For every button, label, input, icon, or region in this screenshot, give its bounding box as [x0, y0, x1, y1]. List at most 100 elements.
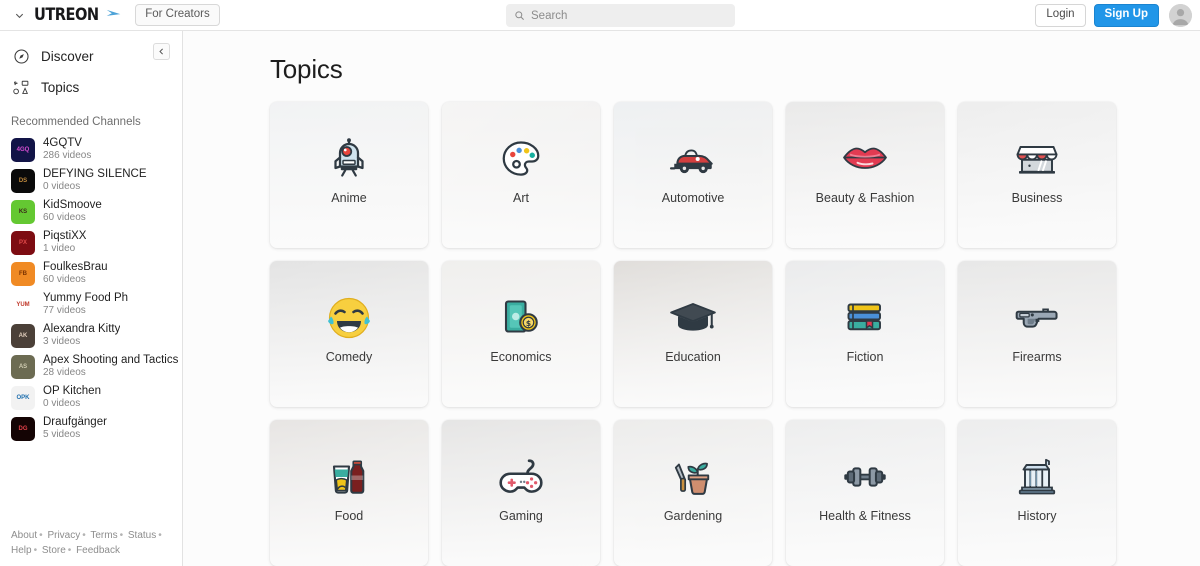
topic-card[interactable]: Gaming — [442, 420, 600, 566]
login-button[interactable]: Login — [1035, 4, 1086, 27]
sidebar-item-label: Topics — [41, 80, 80, 95]
channel-name: Alexandra Kitty — [43, 323, 121, 335]
topic-card-label: Economics — [490, 350, 552, 364]
channel-list-item[interactable]: KS KidSmoove 60 videos — [0, 196, 182, 227]
channel-avatar: KS — [11, 199, 35, 224]
footer-link-terms[interactable]: Terms — [90, 530, 117, 541]
footer-separator: • — [67, 545, 72, 556]
channel-name: DEFYING SILENCE — [43, 168, 147, 180]
channel-video-count: 0 videos — [43, 398, 81, 409]
channel-video-count: 286 videos — [43, 150, 92, 161]
topic-card[interactable]: Health & Fitness — [786, 420, 944, 566]
channel-avatar: FB — [11, 261, 35, 286]
topic-card-label: Fiction — [846, 350, 884, 364]
topic-card[interactable]: $ Economics — [442, 261, 600, 407]
topic-card[interactable]: Fiction — [786, 261, 944, 407]
topic-card-label: Anime — [331, 191, 367, 205]
channel-avatar: YUM — [11, 292, 35, 317]
channel-video-count: 3 videos — [43, 336, 81, 347]
topics-grid: Anime Art Automotive Beauty & Fashion Busine… — [270, 102, 1120, 566]
topic-card[interactable]: Art — [442, 102, 600, 248]
channel-list-item[interactable]: 4GQ 4GQTV 286 videos — [0, 134, 182, 165]
compass-icon — [13, 48, 35, 65]
classical-building-icon — [1010, 450, 1064, 504]
footer-separator: • — [158, 530, 162, 541]
footer-links-row-1: About • Privacy • Terms • Status • — [11, 528, 176, 543]
channel-list-item[interactable]: YUM Yummy Food Ph 77 videos — [0, 289, 182, 320]
channel-list-item[interactable]: FB FoulkesBrau 60 videos — [0, 258, 182, 289]
channel-avatar: OPK — [11, 385, 35, 410]
footer-links-row-2: Help • Store • Feedback — [11, 543, 176, 558]
topic-card[interactable]: Business — [958, 102, 1116, 248]
channel-video-count: 1 video — [43, 243, 76, 254]
chevron-down-icon[interactable] — [6, 10, 32, 21]
topic-card[interactable]: History — [958, 420, 1116, 566]
footer-separator: • — [82, 530, 86, 541]
channel-avatar: DS — [11, 168, 35, 193]
footer-link-about[interactable]: About — [11, 530, 37, 541]
sidebar-item-topics[interactable]: Topics — [0, 72, 182, 103]
brand-name: UTREON — [34, 5, 99, 25]
channel-list-item[interactable]: AS Apex Shooting and Tactics 28 videos — [0, 351, 182, 382]
channel-video-count: 60 videos — [43, 274, 86, 285]
channel-avatar: 4GQ — [11, 137, 35, 162]
user-avatar-icon[interactable] — [1169, 4, 1192, 27]
footer-separator: • — [39, 530, 43, 541]
footer-link-store[interactable]: Store — [42, 545, 66, 556]
sidebar-footer-links: About • Privacy • Terms • Status • Help • Sto… — [11, 528, 176, 558]
play-arrow-icon — [105, 8, 122, 22]
topic-card[interactable]: Anime — [270, 102, 428, 248]
topic-card[interactable]: Beauty & Fashion — [786, 102, 944, 248]
recommended-channels-heading: Recommended Channels — [11, 116, 141, 128]
robot-icon — [322, 132, 376, 186]
top-navigation-bar: UTREON For Creators Login Sign Up — [0, 0, 1200, 31]
sidebar-collapse-button[interactable] — [153, 43, 170, 60]
main-content: Topics Anime Art Automotive Beauty & Fashio… — [183, 31, 1200, 566]
topic-card-label: Beauty & Fashion — [815, 191, 915, 205]
chevron-left-icon — [159, 48, 163, 55]
topic-card[interactable]: Automotive — [614, 102, 772, 248]
channel-list-item[interactable]: OPK OP Kitchen 0 videos — [0, 382, 182, 413]
footer-link-feedback[interactable]: Feedback — [76, 545, 120, 556]
footer-link-help[interactable]: Help — [11, 545, 32, 556]
channel-list-item[interactable]: PX PiqstiXX 1 video — [0, 227, 182, 258]
channel-avatar: AS — [11, 354, 35, 379]
channel-name: OP Kitchen — [43, 385, 101, 397]
signup-button[interactable]: Sign Up — [1093, 4, 1159, 27]
footer-separator: • — [33, 545, 38, 556]
channel-name: KidSmoove — [43, 199, 102, 211]
brand-logo[interactable]: UTREON — [34, 5, 122, 25]
topic-card-label: Firearms — [1012, 350, 1062, 364]
topic-card[interactable]: Firearms — [958, 261, 1116, 407]
topic-card[interactable]: Gardening — [614, 420, 772, 566]
channel-name: FoulkesBrau — [43, 261, 108, 273]
topic-card-label: Business — [1011, 191, 1063, 205]
footer-link-status[interactable]: Status — [128, 530, 156, 541]
sidebar-item-label: Discover — [41, 49, 94, 64]
topic-card-label: Health & Fitness — [819, 509, 911, 523]
account-actions: Login Sign Up — [1035, 0, 1192, 31]
books-icon — [838, 291, 892, 345]
topic-card-label: Education — [665, 350, 721, 364]
topic-card-label: History — [1017, 509, 1057, 523]
topic-card[interactable]: Education — [614, 261, 772, 407]
channel-list-item[interactable]: DS DEFYING SILENCE 0 videos — [0, 165, 182, 196]
sidebar-nav: Discover Topics — [0, 31, 182, 103]
channel-list-item[interactable]: AK Alexandra Kitty 3 videos — [0, 320, 182, 351]
search-input[interactable] — [531, 9, 727, 22]
left-sidebar: Discover Topics Recommended Channels 4GQ… — [0, 31, 183, 566]
recommended-channels-list: 4GQ 4GQTV 286 videos DS DEFYING SILENCE 0 vid… — [0, 134, 182, 444]
search-box[interactable] — [506, 4, 735, 27]
topic-card-label: Food — [334, 509, 364, 523]
footer-link-privacy[interactable]: Privacy — [47, 530, 80, 541]
palette-icon — [494, 132, 548, 186]
channel-name: Apex Shooting and Tactics — [43, 354, 179, 366]
svg-text:$: $ — [526, 319, 531, 328]
channel-list-item[interactable]: DG Draufgänger 5 videos — [0, 413, 182, 444]
game-controller-icon — [494, 450, 548, 504]
channel-video-count: 28 videos — [43, 367, 86, 378]
for-creators-button[interactable]: For Creators — [135, 3, 220, 27]
topic-card[interactable]: Comedy — [270, 261, 428, 407]
topic-card[interactable]: Food — [270, 420, 428, 566]
dumbbell-icon — [838, 450, 892, 504]
